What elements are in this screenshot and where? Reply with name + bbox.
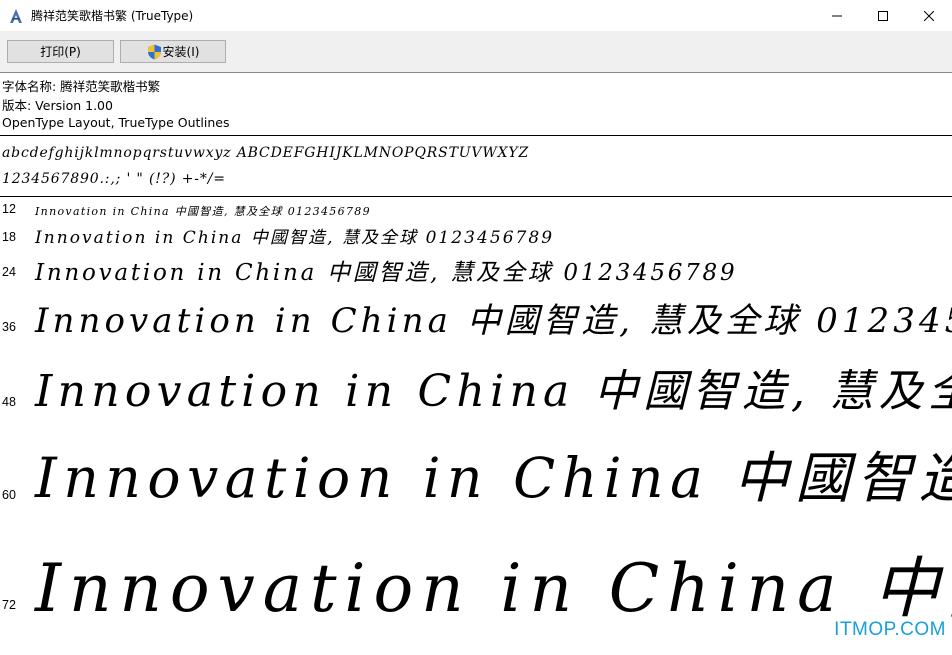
size-sample-text: Innovation in China 中國智造, 慧及全球 012345678… (35, 260, 738, 286)
size-sample-text: Innovation in China 中國智造, 慧及全球 012345678… (35, 366, 952, 417)
close-icon (924, 10, 934, 21)
install-button-label: 安装(I) (162, 45, 200, 59)
site-watermark: ITMOP.COM (834, 619, 946, 640)
size-label: 60 (2, 488, 16, 502)
size-row-60: 60 Innovation in China 中國智造, 慧及全球 012345… (0, 433, 952, 515)
size-label: 48 (2, 395, 16, 409)
font-preview-pane: 字体名称: 腾祥范笑歌楷书繁 版本: Version 1.00 OpenType… (0, 73, 952, 655)
separator (0, 135, 952, 136)
maximize-button[interactable] (860, 0, 906, 31)
title-bar[interactable]: 腾祥范笑歌楷书繁 (TrueType) (0, 0, 952, 31)
size-row-48: 48 Innovation in China 中國智造, 慧及全球 012345… (0, 355, 952, 421)
window-controls (814, 0, 952, 31)
size-row-18: 18 Innovation in China 中國智造, 慧及全球 012345… (0, 223, 952, 249)
size-row-12: 12 Innovation in China 中國智造, 慧及全球 012345… (0, 201, 952, 219)
size-label: 18 (2, 230, 16, 244)
install-button[interactable]: 安装(I) (120, 40, 226, 63)
separator (0, 196, 952, 197)
size-sample-text: Innovation in China 中國智造, 慧及全球 012345678… (35, 550, 952, 627)
size-label: 36 (2, 320, 16, 334)
minimize-button[interactable] (814, 0, 860, 31)
toolbar: 打印(P) 安装(I) (0, 31, 952, 73)
print-button[interactable]: 打印(P) (7, 40, 114, 63)
close-button[interactable] (906, 0, 952, 31)
uac-shield-icon (147, 44, 161, 59)
size-label: 12 (2, 202, 16, 216)
size-sample-text: Innovation in China 中國智造, 慧及全球 012345678… (35, 301, 952, 341)
print-button-label: 打印(P) (40, 45, 81, 59)
window-title: 腾祥范笑歌楷书繁 (TrueType) (31, 9, 194, 23)
font-name-line: 字体名称: 腾祥范笑歌楷书繁 (2, 79, 161, 94)
minimize-icon (832, 15, 842, 16)
size-sample-text: Innovation in China 中國智造, 慧及全球 012345678… (35, 228, 555, 248)
size-label: 24 (2, 265, 16, 279)
charset-letters: abcdefghijklmnopqrstuvwxyz ABCDEFGHIJKLM… (2, 145, 530, 161)
charset-digits: 1234567890.:,; ' " (!?) +-*/= (2, 171, 226, 187)
size-sample-text: Innovation in China 中國智造, 慧及全球 012345678… (35, 446, 952, 510)
maximize-icon (878, 10, 888, 21)
font-app-icon (10, 8, 22, 23)
size-sample-text: Innovation in China 中國智造, 慧及全球 012345678… (35, 205, 371, 218)
size-row-36: 36 Innovation in China 中國智造, 慧及全球 012345… (0, 293, 952, 343)
size-label: 72 (2, 598, 16, 612)
size-row-24: 24 Innovation in China 中國智造, 慧及全球 012345… (0, 253, 952, 287)
size-row-72: 72 Innovation in China 中國智造, 慧及全球 012345… (0, 535, 952, 635)
font-version-line: 版本: Version 1.00 (2, 98, 113, 113)
font-type-line: OpenType Layout, TrueType Outlines (2, 115, 230, 130)
